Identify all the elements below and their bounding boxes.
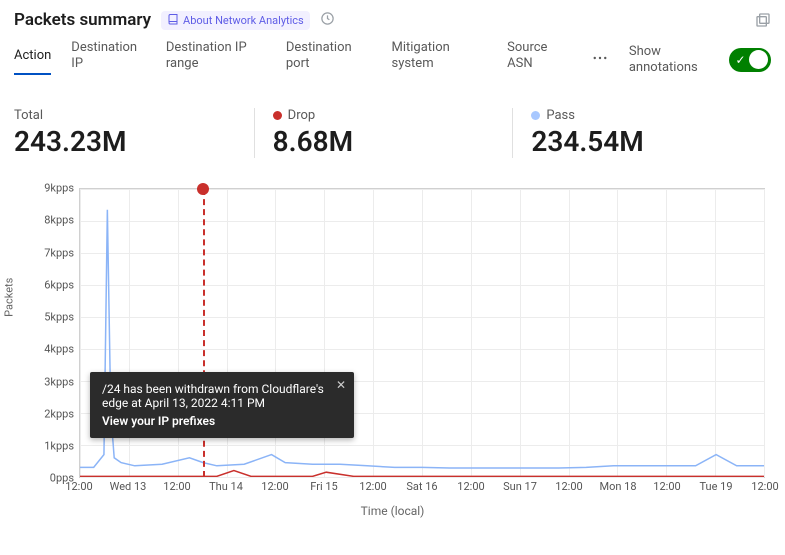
stats-row: Total 243.23M Drop 8.68M Pass 234.54M [0,94,785,162]
y-tick: 8kpps [44,214,74,227]
x-axis-label: Time (local) [361,504,425,518]
x-tick: Fri 15 [310,480,337,493]
more-tabs-icon[interactable] [591,49,609,71]
tooltip-text: /24 has been withdrawn from Cloudflare's… [102,382,342,410]
x-tick: 12:00 [65,480,92,493]
show-annotations-label: Show annotations [629,40,722,79]
stat-pass-value: 234.54M [531,125,771,158]
y-tick: 7kpps [44,246,74,259]
y-tick: 3kpps [44,375,74,388]
x-tick: Sat 16 [406,480,437,493]
x-tick: 12:00 [653,480,680,493]
tab-destination-ip-range[interactable]: Destination IP range [166,36,266,83]
x-tick: Tue 19 [699,480,732,493]
annotations-toggle[interactable]: ✓ [729,48,771,72]
close-icon[interactable]: ✕ [336,378,346,392]
stat-drop-value: 8.68M [273,125,513,158]
stat-total: Total 243.23M [14,108,254,158]
stat-pass-label: Pass [546,108,575,123]
about-label: About Network Analytics [183,14,304,27]
clock-icon[interactable] [320,11,335,30]
check-icon: ✓ [735,53,745,67]
series-drop [80,471,764,477]
x-tick: 12:00 [163,480,190,493]
toggle-knob [749,50,768,69]
tab-destination-port[interactable]: Destination port [286,36,372,83]
book-icon [167,13,179,28]
x-tick: 12:00 [359,480,386,493]
y-axis-label: Packets [3,277,16,316]
tab-destination-ip[interactable]: Destination IP [71,36,146,83]
tab-source-asn[interactable]: Source ASN [507,36,571,83]
tooltip-link[interactable]: View your IP prefixes [102,414,342,428]
stat-total-label: Total [14,108,254,123]
x-tick: 12:00 [457,480,484,493]
about-badge[interactable]: About Network Analytics [161,11,310,30]
y-tick: 9kpps [44,182,74,195]
stat-pass: Pass 234.54M [512,108,771,158]
dot-icon [273,111,282,120]
chart: Packets Time (local) 0pps1kpps2kpps3kpps… [14,180,771,520]
page-title: Packets summary [14,10,151,30]
x-tick: Mon 18 [599,480,636,493]
x-tick: 12:00 [555,480,582,493]
y-tick: 6kpps [44,278,74,291]
y-tick: 1kpps [44,439,74,452]
stat-total-value: 243.23M [14,125,254,158]
y-tick: 5kpps [44,311,74,324]
x-tick: 12:00 [751,480,778,493]
x-tick: 12:00 [261,480,288,493]
popout-icon[interactable] [755,12,771,28]
annotation-tooltip: ✕/24 has been withdrawn from Cloudflare'… [90,372,354,438]
stat-drop: Drop 8.68M [254,108,513,158]
x-tick: Wed 13 [110,480,147,493]
x-tick: Sun 17 [503,480,537,493]
y-tick: 4kpps [44,343,74,356]
x-tick: Thu 14 [209,480,243,493]
dot-icon [531,111,540,120]
y-tick: 2kpps [44,407,74,420]
annotation-dot[interactable] [197,183,209,195]
stat-drop-label: Drop [288,108,316,123]
tabs-bar: Action Destination IP Destination IP ran… [0,36,785,94]
tab-mitigation-system[interactable]: Mitigation system [391,36,487,83]
tab-action[interactable]: Action [14,44,51,76]
